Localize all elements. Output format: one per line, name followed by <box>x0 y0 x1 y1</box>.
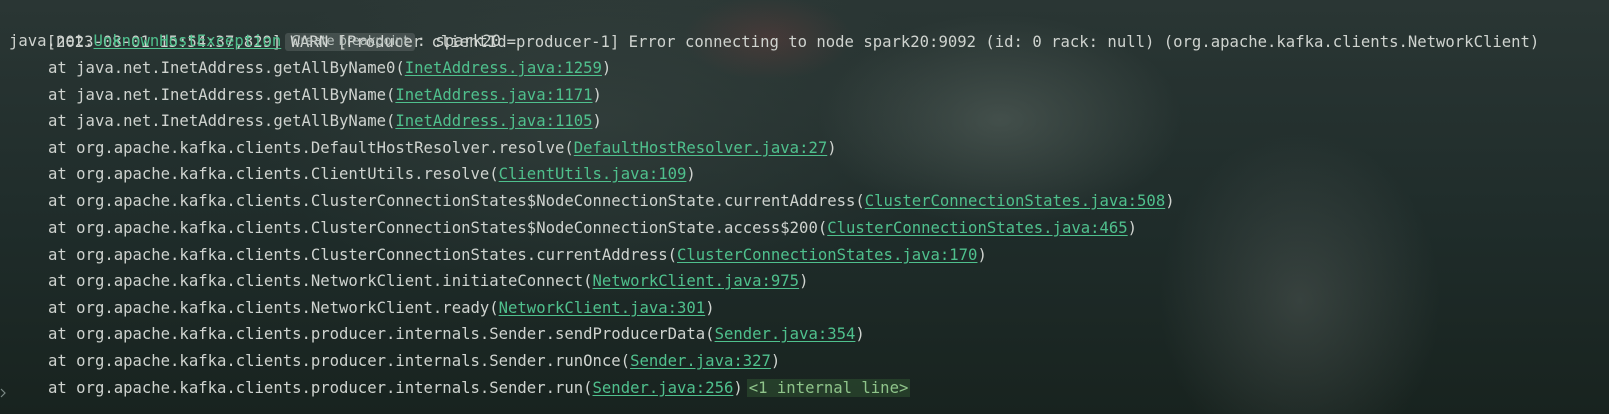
chevron-right-icon[interactable] <box>0 387 6 401</box>
frame-source-link[interactable]: ClientUtils.java:109 <box>499 165 687 183</box>
frame-method: at org.apache.kafka.clients.ClusterConne… <box>48 219 828 237</box>
stack-frame: at org.apache.kafka.clients.ClusterConne… <box>48 242 987 269</box>
stack-frame: at org.apache.kafka.clients.NetworkClien… <box>48 295 715 322</box>
chevron-right-icon-svg <box>0 388 6 398</box>
stack-frame: at java.net.InetAddress.getAllByName(Ine… <box>48 108 602 135</box>
frame-method: at org.apache.kafka.clients.producer.int… <box>48 379 593 397</box>
frame-source-link[interactable]: ClusterConnectionStates.java:508 <box>865 192 1165 210</box>
frame-close: ) <box>770 352 781 370</box>
frame-close: ) <box>827 139 837 157</box>
frame-source-link[interactable]: ClusterConnectionStates.java:465 <box>827 219 1127 237</box>
stack-frame: at org.apache.kafka.clients.producer.int… <box>48 321 865 348</box>
stack-frame: at org.apache.kafka.clients.ClientUtils.… <box>48 161 696 188</box>
run-console-output[interactable]: [2023-08-01 15:54:37,829] WARN [Producer… <box>0 0 1609 414</box>
frame-method: at org.apache.kafka.clients.producer.int… <box>48 352 631 370</box>
frame-method: at org.apache.kafka.clients.ClientUtils.… <box>48 165 499 183</box>
stack-frame: at org.apache.kafka.clients.DefaultHostR… <box>48 135 837 162</box>
frame-method: at org.apache.kafka.clients.producer.int… <box>48 325 715 343</box>
frame-close: ) <box>601 59 612 77</box>
create-breakpoint-button[interactable]: Create breakpoint <box>285 33 415 51</box>
frame-method: at org.apache.kafka.clients.DefaultHostR… <box>48 139 574 157</box>
exception-class-link[interactable]: UnknownHostException <box>94 32 282 50</box>
exception-message: : spark20 <box>416 32 502 50</box>
frame-source-link[interactable]: NetworkClient.java:975 <box>593 272 800 290</box>
stack-frame: at java.net.InetAddress.getAllByName(Ine… <box>48 82 602 109</box>
frame-source-link[interactable]: NetworkClient.java:301 <box>499 299 706 317</box>
frame-source-link[interactable]: Sender.java:354 <box>715 325 856 343</box>
frame-source-link[interactable]: Sender.java:327 <box>630 352 771 370</box>
frame-method: at org.apache.kafka.clients.NetworkClien… <box>48 299 499 317</box>
frame-method: at org.apache.kafka.clients.ClusterConne… <box>48 192 865 210</box>
frame-source-link[interactable]: ClusterConnectionStates.java:170 <box>677 246 977 264</box>
frame-method: at java.net.InetAddress.getAllByName( <box>48 86 396 104</box>
frame-close: ) <box>1165 192 1175 210</box>
frame-method: at org.apache.kafka.clients.NetworkClien… <box>48 272 593 290</box>
internal-lines-toggle[interactable]: <1 internal line> <box>746 379 911 397</box>
stack-frame: at java.net.InetAddress.getAllByName0(In… <box>48 55 611 82</box>
stack-frame: at org.apache.kafka.clients.ClusterConne… <box>48 215 1137 242</box>
frame-method: at java.net.InetAddress.getAllByName( <box>48 112 396 130</box>
frame-close: ) <box>686 165 696 183</box>
stack-frame: at org.apache.kafka.clients.ClusterConne… <box>48 188 1175 215</box>
frame-method: at java.net.InetAddress.getAllByName0( <box>48 59 405 77</box>
exception-line: java.net.UnknownHostException Create brea… <box>9 28 501 55</box>
frame-source-link[interactable]: DefaultHostResolver.java:27 <box>574 139 827 157</box>
frame-source-link[interactable]: Sender.java:256 <box>593 379 734 397</box>
frame-method: at org.apache.kafka.clients.ClusterConne… <box>48 246 678 264</box>
frame-close: ) <box>592 112 602 130</box>
frame-close: ) <box>855 325 865 343</box>
stack-frame: at org.apache.kafka.clients.NetworkClien… <box>48 268 808 295</box>
frame-close: ) <box>977 246 987 264</box>
frame-close: ) <box>705 299 715 317</box>
frame-source-link[interactable]: InetAddress.java:1259 <box>405 59 602 77</box>
log-header-line: [2023-08-01 15:54:37,829] WARN [Producer… <box>9 2 1540 51</box>
frame-close: ) <box>592 86 602 104</box>
frame-source-link[interactable]: InetAddress.java:1105 <box>395 112 592 130</box>
frame-close: ) <box>799 272 809 290</box>
exception-prefix: java.net. <box>9 32 94 50</box>
stack-frame: at org.apache.kafka.clients.producer.int… <box>48 375 911 402</box>
frame-close: ) <box>733 379 743 397</box>
frame-source-link[interactable]: InetAddress.java:1171 <box>395 86 592 104</box>
stack-frame: at org.apache.kafka.clients.producer.int… <box>48 348 780 375</box>
frame-close: ) <box>1127 219 1138 237</box>
